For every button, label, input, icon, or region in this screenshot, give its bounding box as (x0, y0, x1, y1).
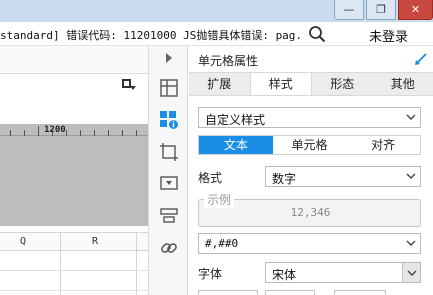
page-ruler: 1200 (0, 124, 148, 226)
style-segment-control: 文本 单元格 对齐 (198, 135, 421, 155)
ruler-tick (24, 130, 25, 136)
info-bar: standard] 错误代码: 11201000 JS抛错具体错误: pag..… (0, 22, 433, 46)
pattern-select[interactable]: #,##0 (198, 233, 421, 254)
grid-line (60, 232, 61, 295)
chevron-down-icon (406, 240, 416, 246)
title-bar: — ❐ ✕ (0, 0, 433, 22)
restore-icon: ❐ (376, 3, 386, 16)
collapse-arrow-icon[interactable] (165, 52, 173, 64)
rail-cell-element[interactable] (159, 78, 179, 98)
close-button[interactable]: ✕ (398, 0, 433, 20)
format-select[interactable]: 数字 (265, 166, 421, 187)
ruler-tick (52, 130, 53, 136)
segment-text[interactable]: 文本 (199, 136, 273, 154)
style-select-value: 自定义样式 (205, 113, 266, 127)
ruler-tick (10, 130, 11, 136)
cell-properties-panel: 单元格属性 扩展 样式 形态 其他 自定义样式 文本 单元格 对齐 格式 数字 … (189, 46, 433, 295)
toolbar-dropdown-icon[interactable] (122, 79, 136, 91)
panel-title: 单元格属性 (198, 54, 259, 68)
condition-icon (160, 208, 178, 223)
close-icon: ✕ (410, 3, 421, 16)
style-select[interactable]: 自定义样式 (198, 107, 421, 128)
segment-cell[interactable]: 单元格 (272, 136, 347, 154)
format-select-value: 数字 (272, 172, 297, 186)
chevron-down-icon (407, 270, 417, 276)
font-style-field[interactable] (334, 290, 386, 295)
column-label-r[interactable]: R (92, 236, 98, 247)
designer-area: 1200 Q R (0, 46, 148, 295)
grid-line (0, 270, 148, 271)
restore-button[interactable]: ❐ (366, 0, 396, 20)
grid-line (136, 232, 137, 295)
cell-properties-icon (160, 111, 179, 130)
crop-frame-icon (160, 143, 178, 161)
ruler-scale: 1200 (0, 124, 148, 136)
column-label-q[interactable]: Q (20, 236, 26, 247)
ruler-tick (108, 130, 109, 136)
font-select[interactable]: 宋体 (265, 262, 421, 283)
font-select-value: 宋体 (272, 268, 297, 282)
font-color-field[interactable] (265, 290, 315, 295)
ruler-label: 1200 (44, 125, 66, 135)
cell-element-icon (160, 79, 178, 97)
font-label: 字体 (198, 267, 223, 281)
error-message: standard] 错误代码: 11201000 JS抛错具体错误: pag..… (0, 29, 302, 42)
search-icon[interactable] (308, 25, 326, 43)
tab-expand[interactable]: 扩展 (189, 73, 250, 95)
tab-other[interactable]: 其他 (373, 73, 433, 95)
property-rail (148, 46, 188, 295)
tab-style[interactable]: 样式 (249, 73, 312, 95)
pattern-value: #,##0 (205, 237, 239, 250)
example-legend: 示例 (204, 191, 235, 208)
designer-toolbar (0, 46, 148, 74)
minimize-icon: — (343, 3, 355, 16)
ruler-tick (122, 130, 123, 136)
column-header: Q R (0, 232, 148, 251)
rail-condition[interactable] (159, 206, 179, 226)
chevron-down-icon (406, 173, 416, 179)
format-label: 格式 (198, 171, 223, 185)
ruler-tick (136, 130, 137, 136)
rail-cell-properties[interactable] (159, 110, 179, 130)
rail-widget[interactable] (159, 174, 179, 194)
ruler-tick (80, 130, 81, 136)
pin-icon[interactable] (414, 52, 428, 66)
tab-form[interactable]: 形态 (312, 73, 373, 95)
ruler-tick (66, 130, 67, 136)
login-link[interactable]: 未登录 (369, 26, 408, 45)
segment-align[interactable]: 对齐 (346, 136, 421, 154)
rail-cell-border[interactable] (159, 142, 179, 162)
property-tabs: 扩展 样式 形态 其他 (189, 72, 433, 96)
ruler-tick (38, 126, 39, 136)
font-size-field[interactable] (198, 290, 258, 295)
chevron-down-icon (406, 114, 416, 120)
link-icon (161, 243, 177, 253)
font-dropdown-button[interactable] (402, 263, 420, 282)
widget-icon (160, 176, 178, 190)
font-size-row (198, 290, 422, 295)
ruler-tick (94, 130, 95, 136)
grid-line (0, 290, 148, 291)
rail-hyperlink[interactable] (159, 238, 179, 258)
minimize-button[interactable]: — (334, 0, 364, 20)
